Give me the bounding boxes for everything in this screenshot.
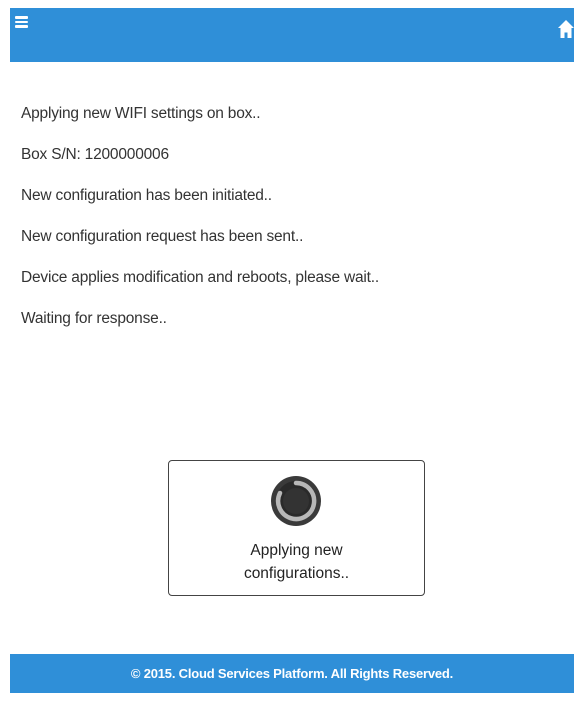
status-log: Applying new WIFI settings on box.. Box … [21,103,561,349]
status-line-applying: Applying new WIFI settings on box.. [21,105,261,122]
spinner-icon [271,476,321,526]
header-bar [10,8,574,62]
page: Applying new WIFI settings on box.. Box … [0,0,574,719]
status-line-sent: New configuration request has been sent.… [21,228,304,245]
progress-message-line2: configurations.. [243,565,350,582]
progress-message-line1: Applying new [250,542,343,559]
status-line-reboot: Device applies modification and reboots,… [21,269,379,286]
copyright-text: © 2015. Cloud Services Platform. All Rig… [130,666,454,681]
progress-dialog: Applying new configurations.. [168,460,425,596]
progress-message: Applying new configurations.. [169,539,424,585]
status-line-initiated: New configuration has been initiated.. [21,187,272,204]
status-line-waiting: Waiting for response.. [21,310,167,327]
footer-bar: © 2015. Cloud Services Platform. All Rig… [10,654,574,693]
home-icon[interactable] [558,20,574,38]
hamburger-menu-icon[interactable] [15,16,28,28]
status-line-serial: Box S/N: 1200000006 [21,146,169,163]
